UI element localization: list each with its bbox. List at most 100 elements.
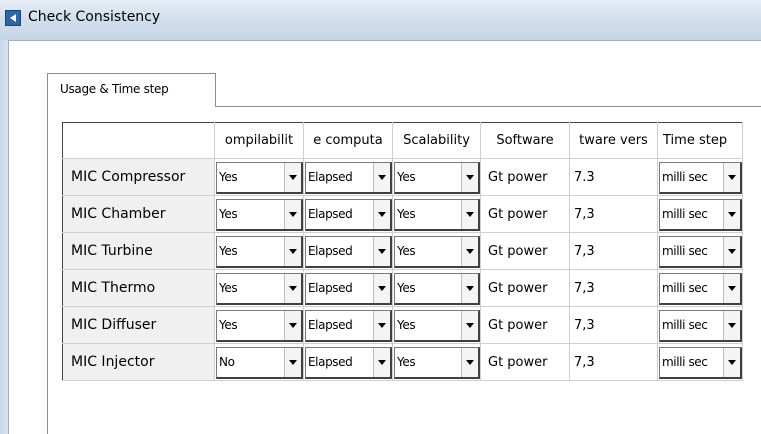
computation-select[interactable]: Elapsed [305,346,392,379]
cell-software-version[interactable]: 7.3 [569,158,658,196]
cell-compilability: Yes [214,269,304,307]
app-icon[interactable] [5,10,21,26]
cell-software-version[interactable]: 7,3 [569,195,658,233]
cell-software[interactable]: Gt power [480,343,570,381]
compilability-select[interactable]: No [216,346,303,379]
cell-software[interactable]: Gt power [480,269,570,307]
time-step-select[interactable]: milli sec [659,235,742,268]
chevron-down-icon[interactable] [373,236,390,266]
column-header-scalability[interactable]: Scalability [392,122,481,159]
cell-compilability: Yes [214,306,304,344]
chevron-down-icon[interactable] [373,273,390,303]
chevron-down-icon[interactable] [284,310,301,340]
chevron-down-icon[interactable] [373,199,390,229]
chevron-down-icon[interactable] [723,347,740,377]
chevron-down-icon[interactable] [461,273,478,303]
scalability-select-value: Yes [397,317,416,332]
row-header[interactable]: MIC Thermo [62,269,215,307]
compilability-select[interactable]: Yes [216,198,303,231]
chevron-down-icon[interactable] [461,199,478,229]
tab-usage-time-step[interactable]: Usage & Time step [47,73,216,107]
chevron-down-icon[interactable] [723,236,740,266]
time-step-select[interactable]: milli sec [659,309,742,342]
time-step-select[interactable]: milli sec [659,272,742,305]
cell-scalability: Yes [392,232,481,270]
chevron-down-icon[interactable] [461,236,478,266]
scalability-select-value: Yes [397,280,416,295]
row-header[interactable]: MIC Diffuser [62,306,215,344]
cell-time-step: milli sec [657,269,743,307]
computation-select-value: Elapsed [308,206,353,221]
chevron-down-icon[interactable] [373,162,390,192]
chevron-down-icon[interactable] [284,347,301,377]
table-row: MIC Diffuser Yes Elapsed Yes Gt power 7,3… [62,306,743,344]
cell-software-version[interactable]: 7,3 [569,306,658,344]
chevron-down-icon[interactable] [461,347,478,377]
cell-time-step: milli sec [657,232,743,270]
table-row: MIC Thermo Yes Elapsed Yes Gt power 7,3 m… [62,269,743,307]
cell-computation: Elapsed [303,306,393,344]
scalability-select[interactable]: Yes [394,309,480,342]
compilability-select[interactable]: Yes [216,309,303,342]
chevron-down-icon[interactable] [723,162,740,192]
column-header-computation[interactable]: e computa [303,122,393,159]
cell-scalability: Yes [392,306,481,344]
chevron-down-icon[interactable] [723,310,740,340]
time-step-select[interactable]: milli sec [659,346,742,379]
row-header[interactable]: MIC Chamber [62,195,215,233]
column-header-software-version[interactable]: tware vers [569,122,658,159]
row-header[interactable]: MIC Compressor [62,158,215,196]
scalability-select[interactable]: Yes [394,161,480,194]
cell-software[interactable]: Gt power [480,306,570,344]
time-step-select[interactable]: milli sec [659,198,742,231]
chevron-down-icon[interactable] [284,273,301,303]
computation-select[interactable]: Elapsed [305,272,392,305]
row-header[interactable]: MIC Injector [62,343,215,381]
window-title: Check Consistency [28,9,161,25]
time-step-select-value: milli sec [662,206,708,221]
computation-select-value: Elapsed [308,243,353,258]
tab-panel-left-border [47,106,48,434]
table-row: MIC Turbine Yes Elapsed Yes Gt power 7,3 … [62,232,743,270]
chevron-down-icon[interactable] [723,199,740,229]
chevron-down-icon[interactable] [461,162,478,192]
title-bar: Check Consistency [0,0,761,41]
computation-select[interactable]: Elapsed [305,198,392,231]
cell-computation: Elapsed [303,195,393,233]
computation-select[interactable]: Elapsed [305,161,392,194]
cell-software-version[interactable]: 7,3 [569,343,658,381]
compilability-select[interactable]: Yes [216,235,303,268]
chevron-down-icon[interactable] [284,199,301,229]
cell-software[interactable]: Gt power [480,232,570,270]
cell-software[interactable]: Gt power [480,195,570,233]
column-header-time-step[interactable]: Time step [657,122,743,159]
chevron-down-icon[interactable] [723,273,740,303]
chevron-down-icon[interactable] [373,310,390,340]
chevron-down-icon[interactable] [284,236,301,266]
scalability-select-value: Yes [397,243,416,258]
cell-software-version[interactable]: 7,3 [569,269,658,307]
row-header[interactable]: MIC Turbine [62,232,215,270]
computation-select[interactable]: Elapsed [305,309,392,342]
cell-computation: Elapsed [303,232,393,270]
scalability-select-value: Yes [397,354,416,369]
scalability-select[interactable]: Yes [394,198,480,231]
compilability-select[interactable]: Yes [216,161,303,194]
chevron-down-icon[interactable] [284,162,301,192]
table-header-row: ompilabilit e computa Scalability Softwa… [62,122,743,159]
chevron-down-icon[interactable] [373,347,390,377]
cell-software[interactable]: Gt power [480,158,570,196]
scalability-select[interactable]: Yes [394,272,480,305]
column-header-software[interactable]: Software [480,122,570,159]
column-header-compilability[interactable]: ompilabilit [214,122,304,159]
computation-select-value: Elapsed [308,169,353,184]
scalability-select[interactable]: Yes [394,346,480,379]
cell-scalability: Yes [392,343,481,381]
scalability-select[interactable]: Yes [394,235,480,268]
time-step-select[interactable]: milli sec [659,161,742,194]
time-step-select-value: milli sec [662,280,708,295]
compilability-select[interactable]: Yes [216,272,303,305]
computation-select[interactable]: Elapsed [305,235,392,268]
cell-software-version[interactable]: 7,3 [569,232,658,270]
chevron-down-icon[interactable] [461,310,478,340]
